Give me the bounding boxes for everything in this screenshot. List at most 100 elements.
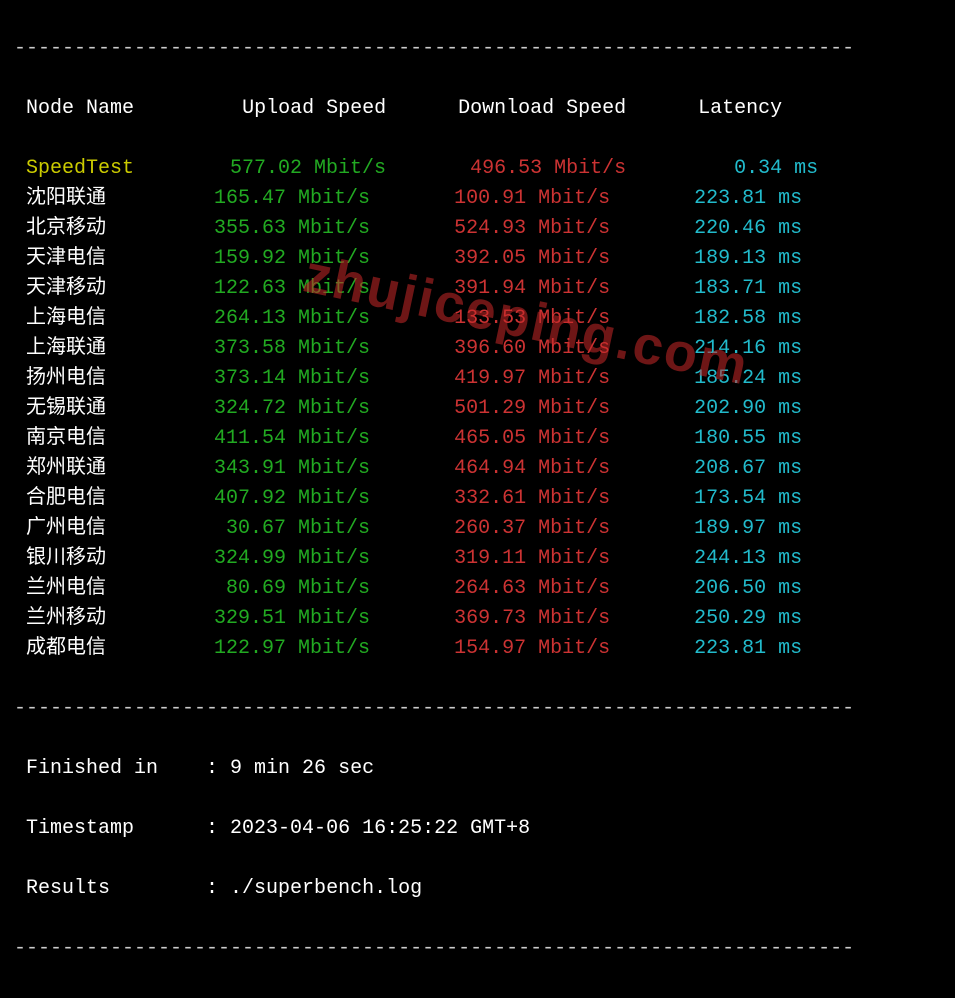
download-speed: 464.94 Mbit/s xyxy=(418,457,658,480)
terminal-output: ----------------------------------------… xyxy=(0,0,955,998)
download-speed: 524.93 Mbit/s xyxy=(418,217,658,240)
node-name: 广州电信 xyxy=(14,517,178,540)
upload-speed: 343.91 Mbit/s xyxy=(178,457,418,480)
download-speed: 154.97 Mbit/s xyxy=(418,637,658,660)
upload-speed: 324.99 Mbit/s xyxy=(178,547,418,570)
latency-value: 220.46 ms xyxy=(658,217,802,240)
upload-speed: 373.58 Mbit/s xyxy=(178,337,418,360)
node-name: 合肥电信 xyxy=(14,487,178,510)
finished-label: Finished in : xyxy=(14,757,230,780)
table-row: 郑州联通 343.91 Mbit/s 464.94 Mbit/s 208.67 … xyxy=(14,454,941,484)
table-row: 广州电信 30.67 Mbit/s 260.37 Mbit/s 189.97 m… xyxy=(14,514,941,544)
table-row: 天津移动 122.63 Mbit/s 391.94 Mbit/s 183.71 … xyxy=(14,274,941,304)
download-speed: 396.60 Mbit/s xyxy=(418,337,658,360)
table-row: SpeedTest 577.02 Mbit/s 496.53 Mbit/s 0.… xyxy=(14,154,941,184)
latency-value: 189.97 ms xyxy=(658,517,802,540)
table-row: 天津电信 159.92 Mbit/s 392.05 Mbit/s 189.13 … xyxy=(14,244,941,274)
download-speed: 100.91 Mbit/s xyxy=(418,187,658,210)
node-name: 南京电信 xyxy=(14,427,178,450)
upload-speed: 165.47 Mbit/s xyxy=(178,187,418,210)
latency-value: 223.81 ms xyxy=(658,187,802,210)
node-name: 扬州电信 xyxy=(14,367,178,390)
download-speed: 391.94 Mbit/s xyxy=(418,277,658,300)
download-speed: 369.73 Mbit/s xyxy=(418,607,658,630)
node-name: 上海电信 xyxy=(14,307,178,330)
upload-speed: 355.63 Mbit/s xyxy=(178,217,418,240)
table-row: 上海联通 373.58 Mbit/s 396.60 Mbit/s 214.16 … xyxy=(14,334,941,364)
download-speed: 133.53 Mbit/s xyxy=(418,307,658,330)
table-body: SpeedTest 577.02 Mbit/s 496.53 Mbit/s 0.… xyxy=(14,154,941,664)
node-name: 成都电信 xyxy=(14,637,178,660)
table-row: 合肥电信 407.92 Mbit/s 332.61 Mbit/s 173.54 … xyxy=(14,484,941,514)
header-upload: Upload Speed xyxy=(242,97,386,120)
timestamp-label: Timestamp : xyxy=(14,817,230,840)
latency-value: 208.67 ms xyxy=(658,457,802,480)
latency-value: 173.54 ms xyxy=(658,487,802,510)
latency-value: 206.50 ms xyxy=(658,577,802,600)
upload-speed: 407.92 Mbit/s xyxy=(178,487,418,510)
node-name: 沈阳联通 xyxy=(14,187,178,210)
upload-speed: 80.69 Mbit/s xyxy=(178,577,418,600)
upload-speed: 329.51 Mbit/s xyxy=(178,607,418,630)
node-name: 上海联通 xyxy=(14,337,178,360)
download-speed: 419.97 Mbit/s xyxy=(418,367,658,390)
upload-speed: 30.67 Mbit/s xyxy=(178,517,418,540)
table-row: 沈阳联通 165.47 Mbit/s 100.91 Mbit/s 223.81 … xyxy=(14,184,941,214)
latency-value: 183.71 ms xyxy=(658,277,802,300)
download-speed: 465.05 Mbit/s xyxy=(418,427,658,450)
footer-results: Results : ./superbench.log xyxy=(14,874,941,904)
header-download: Download Speed xyxy=(458,97,626,120)
latency-value: 202.90 ms xyxy=(658,397,802,420)
download-speed: 260.37 Mbit/s xyxy=(418,517,658,540)
node-name: 兰州电信 xyxy=(14,577,178,600)
node-name: 天津电信 xyxy=(14,247,178,270)
table-row: 银川移动 324.99 Mbit/s 319.11 Mbit/s 244.13 … xyxy=(14,544,941,574)
upload-speed: 122.97 Mbit/s xyxy=(178,637,418,660)
download-speed: 392.05 Mbit/s xyxy=(418,247,658,270)
node-name: 兰州移动 xyxy=(14,607,178,630)
upload-speed: 373.14 Mbit/s xyxy=(178,367,418,390)
table-row: 兰州电信 80.69 Mbit/s 264.63 Mbit/s 206.50 m… xyxy=(14,574,941,604)
results-label: Results : xyxy=(14,877,230,900)
upload-speed: 411.54 Mbit/s xyxy=(178,427,418,450)
header-node: Node Name xyxy=(14,97,134,120)
download-speed: 496.53 Mbit/s xyxy=(434,157,674,180)
table-row: 兰州移动 329.51 Mbit/s 369.73 Mbit/s 250.29 … xyxy=(14,604,941,634)
node-name: 天津移动 xyxy=(14,277,178,300)
footer-finished: Finished in : 9 min 26 sec xyxy=(14,754,941,784)
results-value: ./superbench.log xyxy=(230,877,422,900)
table-row: 北京移动 355.63 Mbit/s 524.93 Mbit/s 220.46 … xyxy=(14,214,941,244)
table-row: 南京电信 411.54 Mbit/s 465.05 Mbit/s 180.55 … xyxy=(14,424,941,454)
header-latency: Latency xyxy=(698,97,782,120)
download-speed: 332.61 Mbit/s xyxy=(418,487,658,510)
latency-value: 0.34 ms xyxy=(674,157,818,180)
download-speed: 319.11 Mbit/s xyxy=(418,547,658,570)
latency-value: 214.16 ms xyxy=(658,337,802,360)
latency-value: 250.29 ms xyxy=(658,607,802,630)
divider-bottom: ----------------------------------------… xyxy=(14,934,941,964)
timestamp-value: 2023-04-06 16:25:22 GMT+8 xyxy=(230,817,530,840)
latency-value: 182.58 ms xyxy=(658,307,802,330)
upload-speed: 577.02 Mbit/s xyxy=(194,157,434,180)
table-row: 无锡联通 324.72 Mbit/s 501.29 Mbit/s 202.90 … xyxy=(14,394,941,424)
finished-value: 9 min 26 sec xyxy=(230,757,374,780)
node-name: 银川移动 xyxy=(14,547,178,570)
node-name: SpeedTest xyxy=(14,157,194,180)
upload-speed: 264.13 Mbit/s xyxy=(178,307,418,330)
table-row: 上海电信 264.13 Mbit/s 133.53 Mbit/s 182.58 … xyxy=(14,304,941,334)
latency-value: 189.13 ms xyxy=(658,247,802,270)
latency-value: 185.24 ms xyxy=(658,367,802,390)
divider-top: ----------------------------------------… xyxy=(14,34,941,64)
upload-speed: 159.92 Mbit/s xyxy=(178,247,418,270)
node-name: 北京移动 xyxy=(14,217,178,240)
latency-value: 223.81 ms xyxy=(658,637,802,660)
table-header: Node Name Upload Speed Download Speed La… xyxy=(14,94,941,124)
latency-value: 180.55 ms xyxy=(658,427,802,450)
download-speed: 264.63 Mbit/s xyxy=(418,577,658,600)
latency-value: 244.13 ms xyxy=(658,547,802,570)
node-name: 无锡联通 xyxy=(14,397,178,420)
table-row: 成都电信 122.97 Mbit/s 154.97 Mbit/s 223.81 … xyxy=(14,634,941,664)
divider-mid: ----------------------------------------… xyxy=(14,694,941,724)
upload-speed: 324.72 Mbit/s xyxy=(178,397,418,420)
upload-speed: 122.63 Mbit/s xyxy=(178,277,418,300)
